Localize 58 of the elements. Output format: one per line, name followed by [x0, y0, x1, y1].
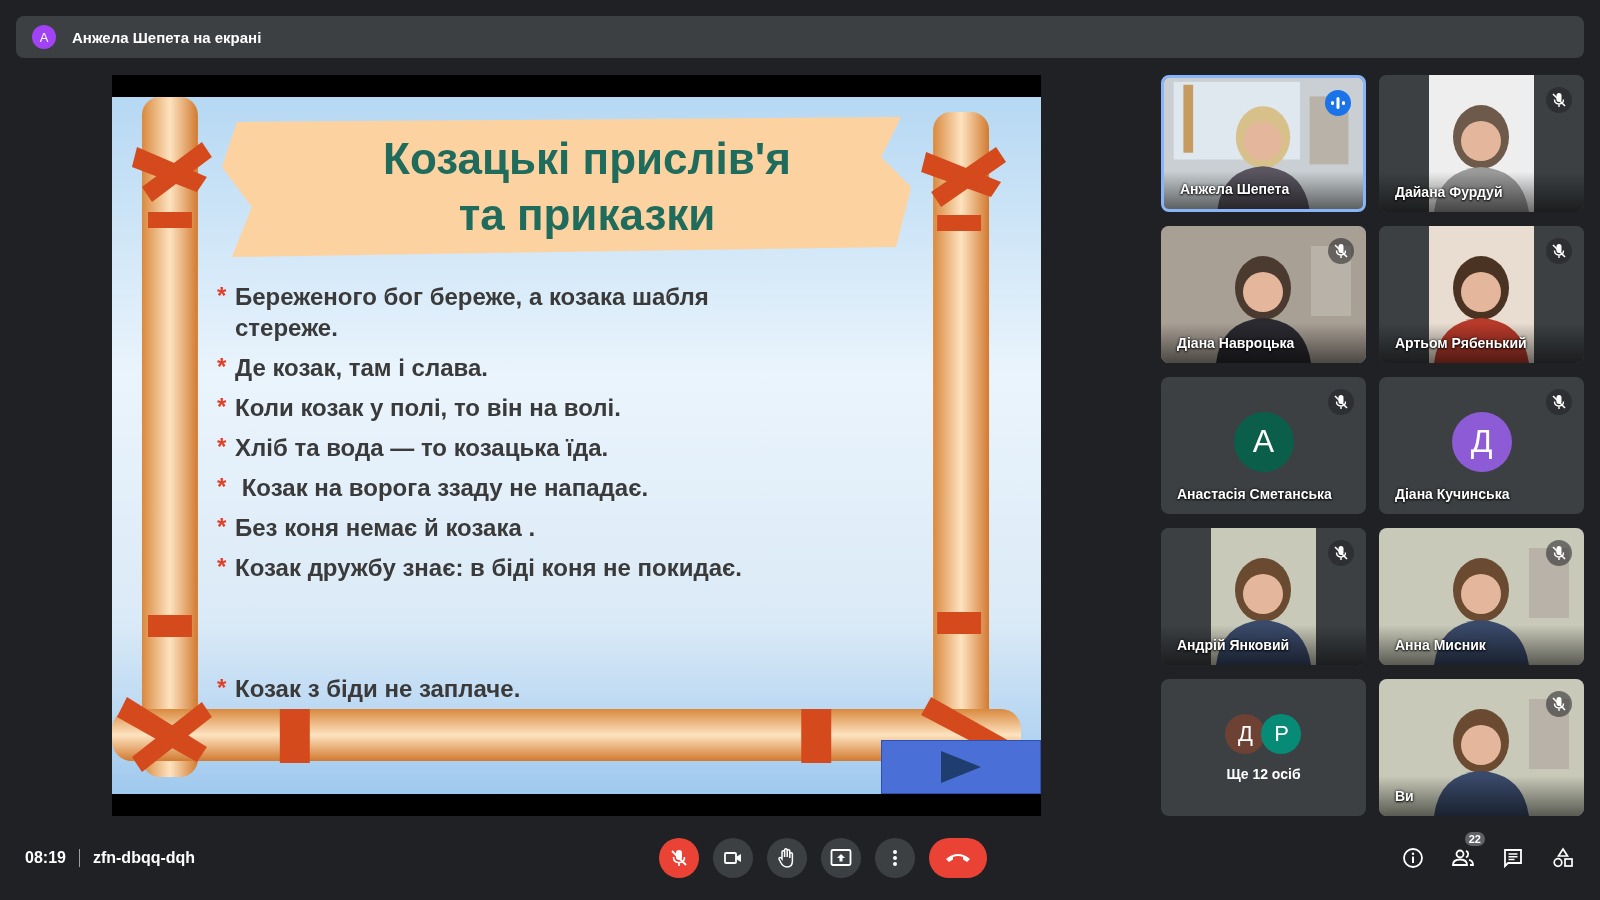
play-icon: [939, 749, 983, 785]
more-icon: [892, 849, 898, 867]
proverb-text: Без коня немає й козака .: [235, 513, 536, 543]
presenter-avatar: А: [32, 25, 56, 49]
participant-name: Анастасія Сметанська: [1177, 486, 1332, 502]
participant-name: Діана Кучинська: [1395, 486, 1510, 502]
activities-button[interactable]: [1551, 846, 1575, 870]
participant-name: Андрій Янковий: [1177, 637, 1290, 653]
raise-hand-button[interactable]: [767, 838, 807, 878]
bullet-mark: *: [217, 673, 228, 703]
proverb-text: Козак з біди не заплаче.: [235, 674, 521, 704]
bullet-mark: *: [217, 281, 228, 311]
participant-tile[interactable]: Діана Навроцька: [1161, 226, 1366, 363]
participant-tile[interactable]: Артьом Рябенький: [1379, 226, 1584, 363]
more-participants-label: Ще 12 осіб: [1226, 765, 1301, 782]
chat-button[interactable]: [1501, 846, 1525, 870]
meeting-code: zfn-dbqq-dqh: [92, 849, 196, 867]
microphone-button[interactable]: [659, 838, 699, 878]
proverb-text: Де козак, там і слава.: [235, 353, 488, 383]
leave-call-button[interactable]: [929, 838, 987, 878]
participant-tile[interactable]: Д Діана Кучинська: [1379, 377, 1584, 514]
participant-count-badge: 22: [1464, 832, 1485, 846]
shapes-icon: [1552, 847, 1574, 869]
participant-name: Артьом Рябенький: [1395, 335, 1527, 351]
participant-avatar: Р: [1261, 713, 1302, 754]
presenting-notice: Анжела Шепета на екрані: [72, 28, 262, 46]
camera-button[interactable]: [713, 838, 753, 878]
bullet-mark: *: [217, 392, 228, 422]
phone-icon: [945, 852, 971, 864]
participant-name: Ви: [1395, 788, 1414, 804]
proverb-text: Береженого бог береже, а козака шабля стереже.: [235, 282, 710, 343]
participant-avatar: А: [1233, 411, 1294, 472]
people-icon: [1451, 848, 1475, 868]
present-screen-button[interactable]: [821, 838, 861, 878]
chat-icon: [1502, 847, 1524, 869]
participant-tile[interactable]: А Анастасія Сметанська: [1161, 377, 1366, 514]
muted-mic-icon: [669, 848, 689, 868]
proverb-text: Козак дружбу знає: в біді коня не покидає.: [235, 553, 743, 583]
proverb-text: Хліб та вода — то козацька їда.: [235, 433, 609, 463]
participant-tile[interactable]: Д Р Ще 12 осіб: [1161, 679, 1366, 816]
participant-avatar: Д: [1451, 411, 1512, 472]
participant-tile[interactable]: Андрій Янковий: [1161, 528, 1366, 665]
proverb-text: Козак на ворога ззаду не нападає.: [240, 473, 649, 503]
more-options-button[interactable]: [875, 838, 915, 878]
info-icon: [1402, 847, 1424, 869]
present-screen-icon: [830, 848, 852, 868]
info-button[interactable]: [1401, 846, 1425, 870]
meeting-time: 08:19: [25, 849, 66, 867]
participant-name: Анна Мисник: [1395, 637, 1486, 653]
participant-tile[interactable]: Анна Мисник: [1379, 528, 1584, 665]
participant-name: Діана Навроцька: [1177, 335, 1295, 351]
slide-title: Козацькі прислів'я та приказки: [382, 133, 792, 241]
bullet-mark: *: [217, 472, 228, 502]
bullet-mark: *: [217, 512, 228, 542]
bullet-mark: *: [217, 432, 228, 462]
bullet-mark: *: [217, 552, 228, 582]
bullet-mark: *: [217, 352, 228, 382]
proverb-text: Коли козак у полі, то він на волі.: [235, 393, 621, 423]
